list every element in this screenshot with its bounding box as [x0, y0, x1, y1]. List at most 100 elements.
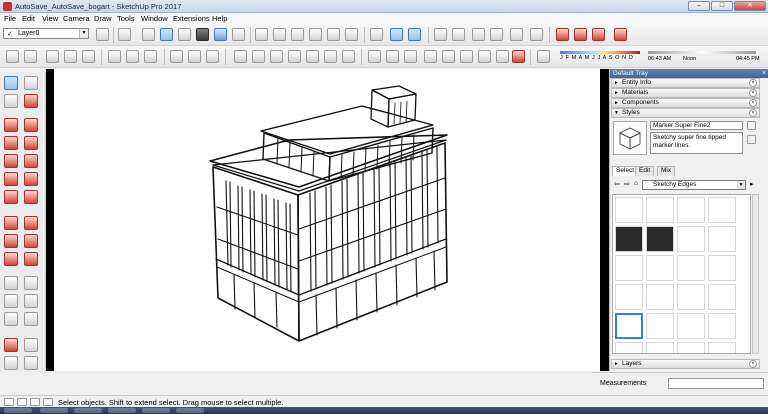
zoom-extents-icon[interactable] — [24, 356, 38, 370]
panel-close-icon[interactable]: × — [749, 99, 757, 107]
select-arrow-icon[interactable] — [4, 76, 18, 90]
maximize-button[interactable]: □ — [711, 1, 733, 11]
style-shaded-textures-icon[interactable] — [214, 28, 227, 41]
style-thumb[interactable] — [615, 255, 643, 281]
style-hidden-line-icon[interactable] — [178, 28, 191, 41]
intersect-icon[interactable] — [404, 50, 417, 63]
split-icon[interactable] — [478, 50, 491, 63]
rotated-rectangle-icon[interactable] — [24, 136, 38, 150]
forward-arrow-icon[interactable]: ⇨ — [624, 180, 630, 188]
panel-close-icon[interactable]: × — [749, 79, 757, 87]
follow-me-icon[interactable] — [270, 50, 283, 63]
view-left-icon[interactable] — [345, 28, 358, 41]
style-grid-scrollbar[interactable] — [752, 194, 759, 354]
menu-edit[interactable]: Edit — [22, 14, 35, 23]
move-tool-icon[interactable] — [4, 216, 18, 230]
details-arrow-icon[interactable]: ▸ — [750, 180, 754, 188]
tab-edit[interactable]: Edit — [635, 166, 655, 176]
two-point-arc-icon[interactable] — [24, 172, 38, 186]
trim-icon[interactable] — [460, 50, 473, 63]
circle-tool-icon[interactable] — [108, 50, 121, 63]
geo-location-icon[interactable] — [4, 398, 14, 406]
warehouse-icon[interactable] — [434, 28, 447, 41]
section-plane-icon[interactable] — [370, 28, 383, 41]
minimize-button[interactable]: – — [688, 1, 710, 11]
style-wireframe-icon[interactable] — [160, 28, 173, 41]
freehand-icon[interactable] — [24, 118, 38, 132]
follow-me-tool-icon[interactable] — [24, 234, 38, 248]
layer-dropdown[interactable]: ✓ Layer0 ▼ — [3, 28, 89, 39]
tool-d-icon[interactable] — [64, 50, 77, 63]
share-model-icon[interactable] — [490, 28, 503, 41]
menu-file[interactable]: File — [4, 14, 16, 23]
style-shaded-icon[interactable] — [196, 28, 209, 41]
push-pull-icon[interactable] — [252, 50, 265, 63]
paint-bucket-icon[interactable] — [4, 94, 18, 108]
style-thumb[interactable] — [677, 313, 705, 339]
style-description-field[interactable]: Sketchy super fine tipped marker lines. — [650, 132, 743, 154]
view-top-icon[interactable] — [273, 28, 286, 41]
user-icon[interactable] — [30, 398, 40, 406]
style-back-edges-icon[interactable] — [142, 28, 155, 41]
view-back-icon[interactable] — [327, 28, 340, 41]
credits-icon[interactable] — [17, 398, 27, 406]
dimension-icon[interactable] — [24, 276, 38, 290]
layout-icon[interactable] — [530, 28, 543, 41]
home-icon[interactable] — [472, 28, 485, 41]
taskbar-start[interactable] — [4, 408, 32, 413]
style-name-field[interactable]: Marker Super Fine2 — [650, 121, 743, 130]
protractor-icon[interactable] — [4, 294, 18, 308]
orbit-icon[interactable] — [4, 338, 18, 352]
panel-close-icon[interactable]: × — [749, 360, 757, 368]
style-thumb[interactable] — [615, 342, 643, 353]
style-monochrome-icon[interactable] — [232, 28, 245, 41]
polygon-icon[interactable] — [24, 154, 38, 168]
model-viewport[interactable] — [54, 69, 609, 371]
menu-help[interactable]: Help — [212, 14, 227, 23]
pencil-line-icon[interactable] — [4, 118, 18, 132]
parallel-projection-icon[interactable] — [390, 28, 403, 41]
shadows-toggle-icon[interactable] — [537, 50, 550, 63]
menu-draw[interactable]: Draw — [94, 14, 112, 23]
ruby-tool-2-icon[interactable] — [614, 28, 627, 41]
home-icon[interactable]: ⌂ — [634, 180, 638, 187]
plugin-icon[interactable] — [512, 50, 525, 63]
eye-icon[interactable] — [188, 50, 201, 63]
tool-c-icon[interactable] — [46, 50, 59, 63]
style-thumb[interactable] — [615, 226, 643, 252]
3d-text-icon[interactable] — [24, 312, 38, 326]
style-library-dropdown[interactable]: Sketchy Edges ▼ — [642, 180, 746, 190]
measurements-input[interactable] — [668, 378, 764, 389]
tape-measure-icon[interactable] — [4, 276, 18, 290]
zoom-icon[interactable] — [4, 356, 18, 370]
rotate-icon[interactable] — [386, 50, 399, 63]
camera-2-icon[interactable] — [206, 50, 219, 63]
eraser-icon[interactable] — [24, 94, 38, 108]
arc-icon[interactable] — [4, 172, 18, 186]
style-thumb-selected[interactable] — [615, 313, 643, 339]
three-point-arc-icon[interactable] — [4, 190, 18, 204]
style-thumb[interactable] — [708, 284, 736, 310]
arc-tool-icon[interactable] — [126, 50, 139, 63]
menu-view[interactable]: View — [42, 14, 58, 23]
tab-mix[interactable]: Mix — [657, 166, 676, 176]
back-arrow-icon[interactable]: ⇦ — [614, 180, 620, 188]
tool-b-icon[interactable] — [24, 50, 37, 63]
tool-e-icon[interactable] — [82, 50, 95, 63]
extension-warehouse-icon[interactable] — [510, 28, 523, 41]
style-thumb[interactable] — [615, 284, 643, 310]
taskbar-app[interactable] — [40, 408, 68, 413]
style-thumb[interactable] — [708, 197, 736, 223]
style-thumb[interactable] — [646, 255, 674, 281]
offset-icon[interactable] — [306, 50, 319, 63]
union-icon[interactable] — [424, 50, 437, 63]
style-thumb[interactable] — [646, 226, 674, 252]
move-icon[interactable] — [368, 50, 381, 63]
taskbar-app[interactable] — [176, 408, 204, 413]
style-thumb[interactable] — [677, 284, 705, 310]
make-component-icon[interactable] — [24, 76, 38, 90]
axes-icon[interactable] — [4, 312, 18, 326]
rectangle-icon[interactable] — [4, 136, 18, 150]
taskbar-app[interactable] — [74, 408, 102, 413]
view-front-icon[interactable] — [291, 28, 304, 41]
